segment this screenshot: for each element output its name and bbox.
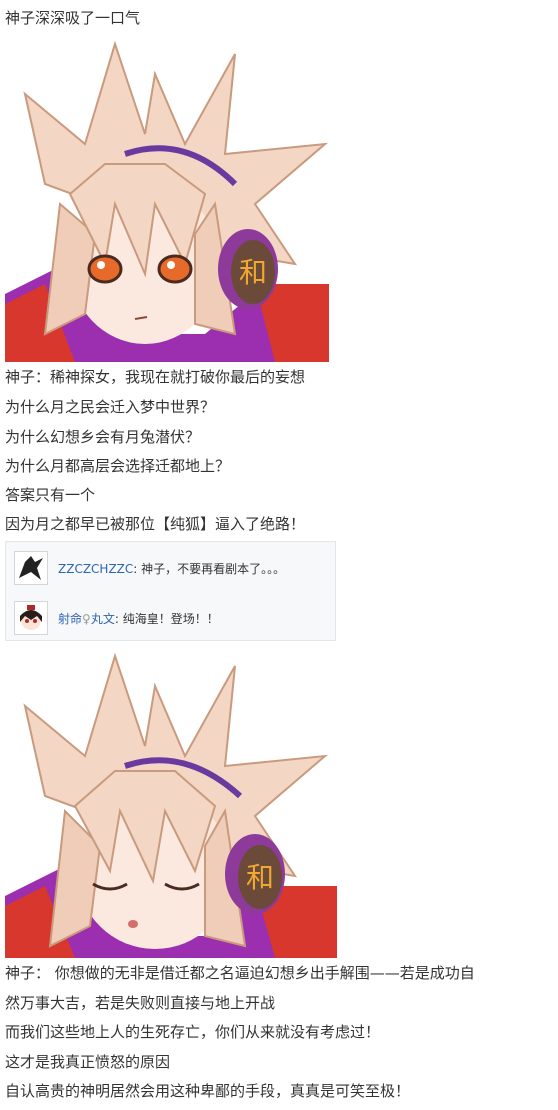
post-line: 自认高贵的神明居然会用这种卑鄙的手段，真真是可笑至极！	[5, 1082, 411, 1100]
post-line: 然万事大吉，若是失败则直接与地上开战	[5, 994, 276, 1012]
post-line: 神子： 你想做的无非是借迁都之名逼迫幻想乡出手解围——若是成功自	[5, 964, 475, 982]
post-line: 神子：稀神探女，我现在就打破你最后的妄想	[5, 368, 306, 386]
comment-row: 射命♀丸文: 纯海皇！登场！！	[14, 600, 219, 636]
comment-row: ZZCZCHZZC: 神子，不要再看剧本了。。。	[14, 550, 285, 586]
comment-user-link[interactable]: 射命♀丸文	[58, 612, 115, 626]
aya-avatar-icon[interactable]	[14, 601, 48, 635]
post-line: 这才是我真正愤怒的原因	[5, 1053, 171, 1071]
miko-portrait-image: 和	[5, 34, 329, 362]
post-line: 为什么幻想乡会有月兔潜伏？	[5, 428, 201, 446]
post-line: 因为月之都早已被那位【纯狐】逼入了绝路！	[5, 515, 306, 533]
gender-icon: ♀	[82, 611, 91, 626]
comment-text: 射命♀丸文: 纯海皇！登场！！	[58, 611, 219, 626]
post-line: 答案只有一个	[5, 486, 96, 504]
crow-avatar-icon[interactable]	[14, 551, 48, 585]
earmuff-glyph: 和	[246, 861, 274, 894]
comment-body: 纯海皇！登场！！	[122, 611, 219, 626]
post-line: 为什么月都高层会选择迁都地上？	[5, 457, 231, 475]
post-line: 而我们这些地上人的生死存亡，你们从来就没有考虑过！	[5, 1023, 381, 1041]
comment-user-link[interactable]: ZZCZCHZZC	[58, 562, 133, 576]
comment-box: ZZCZCHZZC: 神子，不要再看剧本了。。。 射命♀丸文: 纯海皇！登场！！	[5, 541, 336, 641]
comment-body: 神子，不要再看剧本了。。。	[141, 561, 286, 576]
earmuff-glyph: 和	[239, 256, 267, 289]
post-line: 神子深深吸了一口气	[5, 9, 141, 27]
post-line: 为什么月之民会迁入梦中世界？	[5, 398, 216, 416]
miko-portrait-closed-eyes-image: 和	[5, 646, 337, 958]
comment-text: ZZCZCHZZC: 神子，不要再看剧本了。。。	[58, 561, 286, 576]
